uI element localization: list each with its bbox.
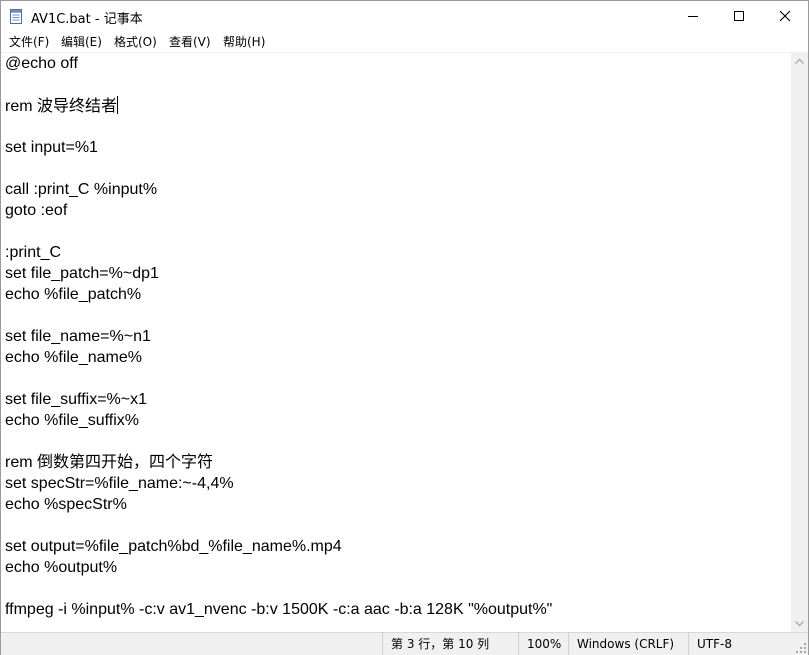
editor-line-12: echo %file_patch% xyxy=(5,286,142,303)
menu-help[interactable]: 帮助(H) xyxy=(223,33,265,50)
chevron-up-icon xyxy=(795,58,804,64)
title-bar[interactable]: AV1C.bat - 记事本 xyxy=(1,1,808,31)
editor-line-25: echo %output% xyxy=(5,559,118,576)
close-icon xyxy=(779,10,791,22)
editor-line-10: :print_C xyxy=(5,244,62,261)
editor-line-15: echo %file_name% xyxy=(5,349,142,366)
menu-format[interactable]: 格式(O) xyxy=(114,33,157,50)
editor-line-17: set file_suffix=%~x1 xyxy=(5,391,148,408)
editor-line-8: goto :eof xyxy=(5,202,68,219)
text-editor[interactable]: @echo off rem 波导终结者 set input=%1 call :p… xyxy=(1,52,791,633)
resize-grip-icon[interactable] xyxy=(796,643,806,653)
menu-bar: 文件(F) 编辑(E) 格式(O) 查看(V) 帮助(H) xyxy=(1,31,808,51)
editor-line-14: set file_name=%~n1 xyxy=(5,328,151,345)
vertical-scrollbar[interactable] xyxy=(791,52,808,632)
editor-line-21: set specStr=%file_name:~-4,4% xyxy=(5,475,234,492)
status-zoom: 100% xyxy=(518,633,567,655)
editor-line-1: @echo off xyxy=(5,55,78,72)
editor-line-7: call :print_C %input% xyxy=(5,181,158,198)
close-button[interactable] xyxy=(762,1,808,31)
menu-edit[interactable]: 编辑(E) xyxy=(61,33,102,50)
scroll-down-button[interactable] xyxy=(791,615,808,632)
status-bar: 第 3 行，第 10 列 100% Windows (CRLF) UTF-8 xyxy=(1,632,808,655)
scroll-up-button[interactable] xyxy=(791,52,808,69)
status-encoding: UTF-8 xyxy=(688,633,787,655)
minimize-icon xyxy=(688,16,698,17)
status-line-ending: Windows (CRLF) xyxy=(568,633,687,655)
editor-line-20: rem 倒数第四开始，四个字符 xyxy=(5,454,214,471)
editor-line-3-text: rem 波导终结者 xyxy=(5,98,118,115)
editor-line-5: set input=%1 xyxy=(5,139,98,156)
menu-view[interactable]: 查看(V) xyxy=(169,33,211,50)
menu-file[interactable]: 文件(F) xyxy=(9,33,49,50)
editor-line-18: echo %file_suffix% xyxy=(5,412,139,429)
minimize-button[interactable] xyxy=(670,1,716,31)
editor-line-11: set file_patch=%~dp1 xyxy=(5,265,159,282)
text-caret xyxy=(117,96,119,114)
window-title: AV1C.bat - 记事本 xyxy=(31,12,143,27)
notepad-app-icon xyxy=(10,9,22,24)
editor-line-24: set output=%file_patch%bd_%file_name%.mp… xyxy=(5,538,342,555)
maximize-button[interactable] xyxy=(716,1,762,31)
status-cursor-position: 第 3 行，第 10 列 xyxy=(382,633,500,655)
chevron-down-icon xyxy=(795,620,804,626)
maximize-icon xyxy=(734,11,744,21)
editor-line-22: echo %specStr% xyxy=(5,496,127,513)
notepad-window: AV1C.bat - 记事本 文件(F) 编辑(E) 格式(O) 查看(V) 帮… xyxy=(0,0,809,655)
editor-line-3: rem 波导终结者 xyxy=(5,96,119,116)
editor-line-27: ffmpeg -i %input% -c:v av1_nvenc -b:v 15… xyxy=(5,601,553,618)
